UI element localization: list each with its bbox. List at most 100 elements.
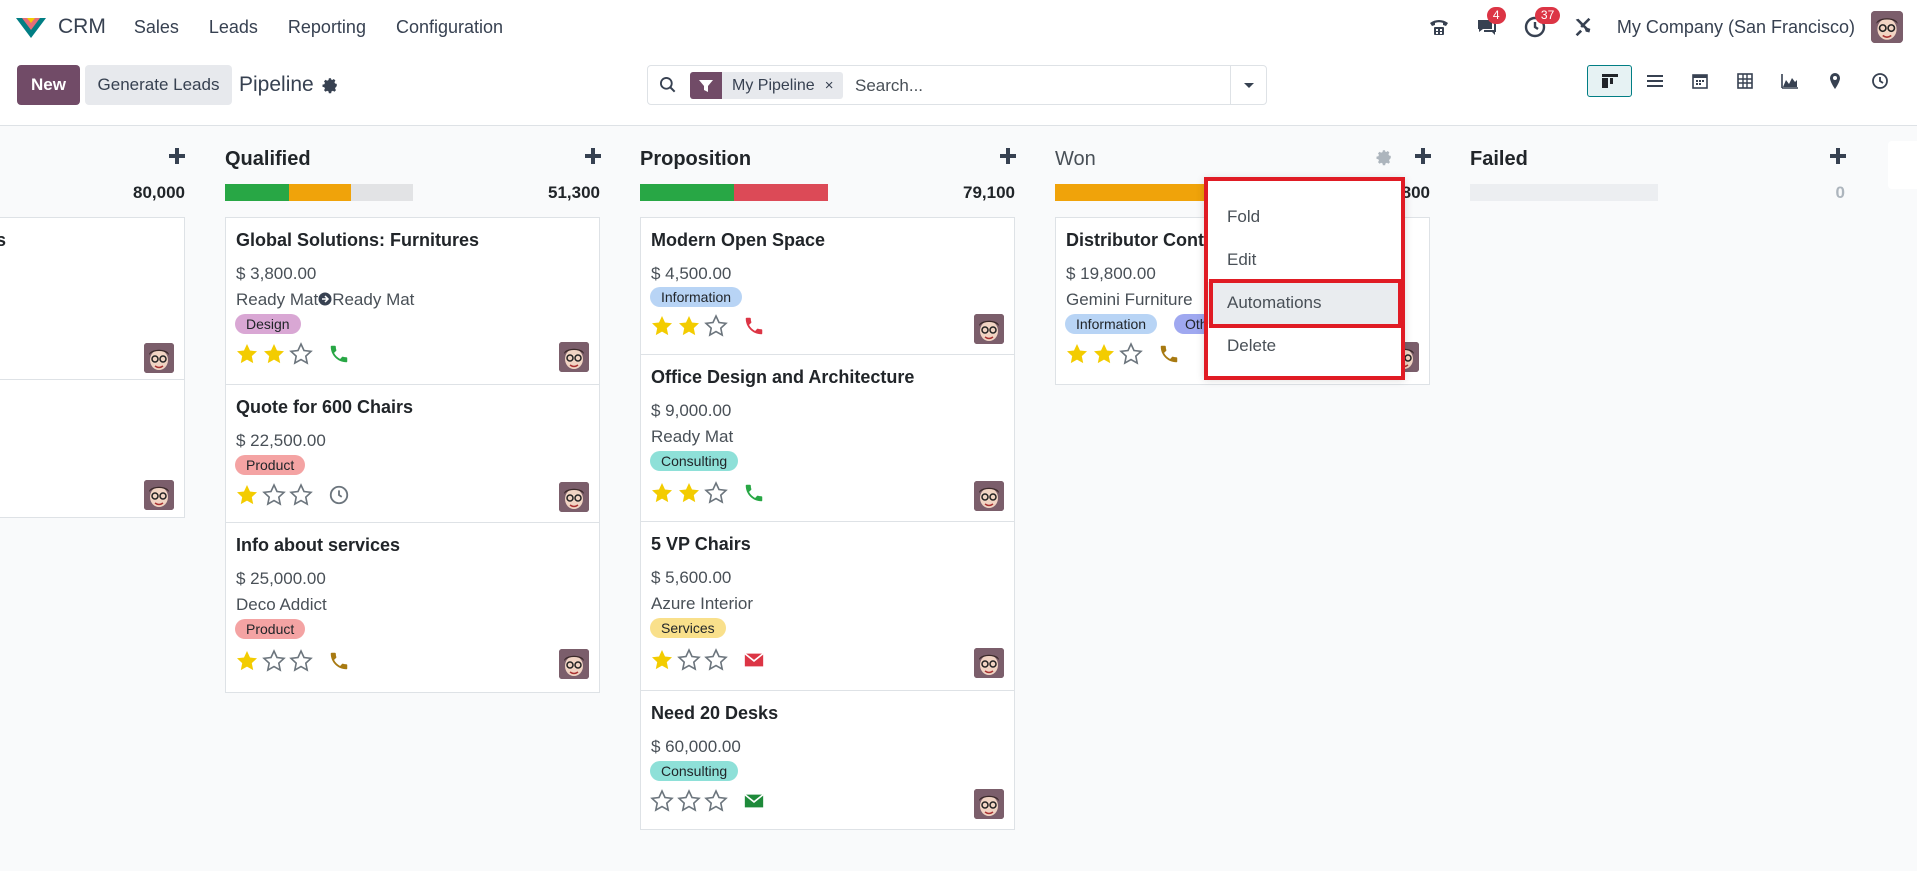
graph-view-button[interactable] [1767, 65, 1812, 97]
salesperson-avatar[interactable] [559, 342, 589, 372]
star-empty-icon[interactable] [262, 483, 286, 507]
star-filled-icon[interactable] [650, 314, 674, 338]
star-filled-icon[interactable] [1092, 342, 1116, 366]
kanban-card[interactable]: Need 20 Desks $ 60,000.00 Consulting [640, 690, 1015, 830]
phone-icon[interactable] [328, 650, 350, 672]
salesperson-avatar[interactable] [144, 480, 174, 510]
star-empty-icon[interactable] [704, 481, 728, 505]
phone-icon[interactable] [743, 482, 765, 504]
kanban-card[interactable]: Info about services $ 25,000.00 Deco Add… [225, 522, 600, 693]
star-filled-icon[interactable] [650, 481, 674, 505]
star-filled-icon[interactable] [677, 481, 701, 505]
menu-reporting[interactable]: Reporting [288, 17, 366, 38]
star-empty-icon[interactable] [704, 648, 728, 672]
facet-remove-icon[interactable]: × [825, 77, 844, 94]
priority-stars[interactable] [235, 483, 316, 507]
menu-sales[interactable]: Sales [134, 17, 179, 38]
list-view-button[interactable] [1632, 65, 1677, 97]
priority-stars[interactable] [650, 648, 731, 672]
priority-stars[interactable] [650, 481, 731, 505]
star-empty-icon[interactable] [289, 649, 313, 673]
company-switcher[interactable]: My Company (San Francisco) [1617, 17, 1855, 38]
progress-segment-overdue[interactable] [734, 184, 828, 201]
star-empty-icon[interactable] [677, 789, 701, 813]
add-card-icon[interactable] [1413, 146, 1433, 166]
kanban-card[interactable]: Global Solutions: Furnitures $ 3,800.00 … [225, 217, 600, 385]
star-empty-icon[interactable] [1119, 342, 1143, 366]
kanban-card[interactable]: s [0, 217, 185, 380]
user-avatar[interactable] [1871, 11, 1903, 43]
add-card-icon[interactable] [583, 146, 603, 166]
kanban-card[interactable]: 5 VP Chairs $ 5,600.00 Azure Interior Se… [640, 521, 1015, 691]
salesperson-avatar[interactable] [559, 649, 589, 679]
progress-segment-planned[interactable] [225, 184, 289, 201]
kanban-card[interactable]: Modern Open Space $ 4,500.00 Information [640, 217, 1015, 355]
salesperson-avatar[interactable] [974, 789, 1004, 819]
star-filled-icon[interactable] [235, 342, 259, 366]
progress-segment-none[interactable] [350, 184, 413, 201]
star-empty-icon[interactable] [262, 649, 286, 673]
envelope-icon[interactable] [743, 790, 765, 812]
star-empty-icon[interactable] [677, 648, 701, 672]
new-button[interactable]: New [17, 65, 80, 105]
phone-icon[interactable] [743, 315, 765, 337]
add-card-icon[interactable] [1828, 146, 1848, 166]
menu-leads[interactable]: Leads [209, 17, 258, 38]
priority-stars[interactable] [235, 649, 316, 673]
salesperson-avatar[interactable] [144, 343, 174, 373]
map-view-button[interactable] [1812, 65, 1857, 97]
add-card-icon[interactable] [167, 146, 187, 166]
kanban-view-button[interactable] [1587, 65, 1632, 97]
add-card-icon[interactable] [998, 146, 1018, 166]
salesperson-avatar[interactable] [974, 481, 1004, 511]
kanban-card[interactable]: Quote for 600 Chairs $ 22,500.00 Product [225, 384, 600, 523]
priority-stars[interactable] [650, 314, 731, 338]
phone-systray-icon[interactable] [1425, 13, 1453, 41]
salesperson-avatar[interactable] [559, 482, 589, 512]
pivot-view-button[interactable] [1722, 65, 1767, 97]
kanban-card[interactable] [0, 379, 185, 518]
star-empty-icon[interactable] [650, 789, 674, 813]
clock-icon[interactable] [328, 484, 350, 506]
calendar-view-button[interactable] [1677, 65, 1722, 97]
salesperson-avatar[interactable] [974, 648, 1004, 678]
star-empty-icon[interactable] [289, 483, 313, 507]
phone-icon[interactable] [328, 343, 350, 365]
kanban-card[interactable]: Office Design and Architecture $ 9,000.0… [640, 354, 1015, 522]
salesperson-avatar[interactable] [974, 314, 1004, 344]
messages-icon[interactable]: 4 [1473, 7, 1506, 41]
column-progress-bar[interactable] [225, 184, 413, 201]
gear-icon[interactable] [321, 76, 339, 94]
star-empty-icon[interactable] [704, 314, 728, 338]
priority-stars[interactable] [235, 342, 316, 366]
search-input[interactable] [853, 72, 1233, 99]
card-company: Ready Mat [651, 427, 734, 446]
search-options-toggle[interactable] [1230, 66, 1266, 104]
app-name[interactable]: CRM [58, 15, 106, 39]
star-filled-icon[interactable] [235, 649, 259, 673]
star-filled-icon[interactable] [235, 483, 259, 507]
activities-icon[interactable]: 37 [1521, 7, 1561, 41]
progress-segment-planned[interactable] [640, 184, 734, 201]
star-filled-icon[interactable] [677, 314, 701, 338]
priority-stars[interactable] [650, 789, 731, 813]
tools-icon[interactable] [1569, 13, 1597, 41]
envelope-icon[interactable] [743, 649, 765, 671]
phone-icon[interactable] [1158, 343, 1180, 365]
crm-logo-icon[interactable] [14, 14, 48, 40]
progress-segment-today[interactable] [288, 184, 351, 201]
menu-configuration[interactable]: Configuration [396, 17, 503, 38]
priority-stars[interactable] [1065, 342, 1146, 366]
star-filled-icon[interactable] [1065, 342, 1089, 366]
star-empty-icon[interactable] [704, 789, 728, 813]
star-empty-icon[interactable] [289, 342, 313, 366]
column-progress-bar[interactable] [1470, 184, 1658, 201]
star-filled-icon[interactable] [650, 648, 674, 672]
activity-view-button[interactable] [1857, 65, 1902, 97]
column-gear-icon[interactable] [1375, 148, 1393, 166]
search-icon[interactable] [658, 75, 678, 95]
generate-leads-button[interactable]: Generate Leads [85, 65, 232, 105]
card-company: Gemini Furniture [1066, 290, 1193, 309]
star-filled-icon[interactable] [262, 342, 286, 366]
column-progress-bar[interactable] [640, 184, 828, 201]
